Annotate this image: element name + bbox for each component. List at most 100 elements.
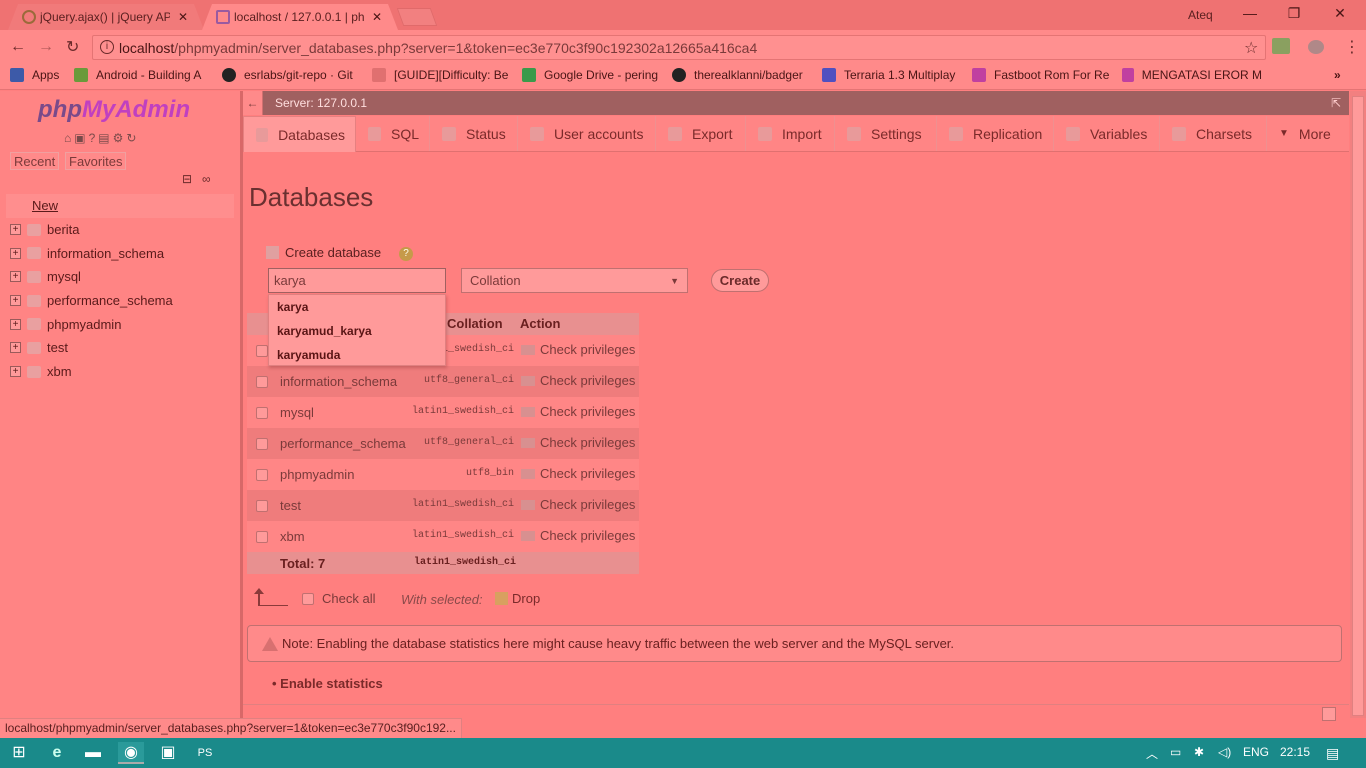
database-name-input[interactable] <box>268 268 446 293</box>
check-privileges-link[interactable]: Check privileges <box>521 497 635 512</box>
tree-item-db[interactable]: + xbm <box>6 360 234 384</box>
tree-item-db[interactable]: + phpmyadmin <box>6 312 234 336</box>
tab-more[interactable]: ▼ More <box>1267 116 1347 151</box>
panel-resize-handle[interactable] <box>240 91 243 718</box>
tree-item-new[interactable]: New <box>6 194 234 218</box>
tab-export[interactable]: Export <box>656 116 746 151</box>
collapse-nav-icon[interactable]: ← <box>243 91 263 115</box>
site-info-icon[interactable]: i <box>100 40 114 54</box>
menu-kebab-icon[interactable]: ⋮ <box>1344 37 1360 57</box>
expand-icon[interactable]: + <box>10 224 21 236</box>
check-all-checkbox[interactable] <box>302 592 314 605</box>
volume-icon[interactable]: ◁) <box>1218 745 1231 759</box>
database-name-link[interactable]: information_schema <box>280 374 397 389</box>
expand-icon[interactable]: + <box>10 366 21 378</box>
close-tab-icon[interactable]: ✕ <box>178 10 188 24</box>
column-collation[interactable]: Collation <box>447 316 503 331</box>
tab-charsets[interactable]: Charsets <box>1160 116 1267 151</box>
minimize-icon[interactable]: — <box>1238 5 1262 21</box>
drop-button[interactable]: Drop <box>495 591 540 606</box>
tab-user-accounts[interactable]: User accounts <box>518 116 656 151</box>
docs-icon[interactable]: ▤ <box>98 131 112 145</box>
row-checkbox[interactable] <box>256 531 268 543</box>
help-icon[interactable]: ? <box>89 131 99 145</box>
home-icon[interactable]: ⌂ <box>64 131 74 145</box>
bookmark-guide[interactable]: [GUIDE][Difficulty: Be <box>372 68 510 82</box>
collation-select[interactable]: Collation ▼ <box>461 268 688 293</box>
browser-tab-jquery[interactable]: jQuery.ajax() | jQuery API ✕ <box>8 4 204 30</box>
logout-icon[interactable]: ▣ <box>74 131 88 145</box>
database-name-link[interactable]: test <box>280 498 301 513</box>
console-toggle-icon[interactable] <box>1322 707 1336 721</box>
bookmark-google-drive[interactable]: Google Drive - pering <box>522 68 662 82</box>
expand-icon[interactable]: + <box>10 247 21 259</box>
tab-settings[interactable]: Settings <box>835 116 937 151</box>
phpmyadmin-logo[interactable]: phpMyAdmin <box>38 96 190 124</box>
tree-item-db[interactable]: + mysql <box>6 265 234 289</box>
close-tab-icon[interactable]: ✕ <box>372 10 382 24</box>
row-checkbox[interactable] <box>256 500 268 512</box>
autocomplete-option[interactable]: karyamud_karya <box>269 319 445 343</box>
create-button[interactable]: Create <box>711 269 769 292</box>
check-privileges-link[interactable]: Check privileges <box>521 435 635 450</box>
language-indicator[interactable]: ENG <box>1243 745 1269 759</box>
link-with-main-icon[interactable]: ∞ <box>202 172 211 186</box>
more-bookmarks-icon[interactable]: » <box>1334 68 1341 82</box>
battery-icon[interactable]: ▭ <box>1170 745 1181 759</box>
sidebar-tab-recent[interactable]: Recent <box>10 152 60 170</box>
address-bar[interactable]: localhost/phpmyadmin/server_databases.ph… <box>92 35 1266 60</box>
settings-gear-icon[interactable]: ⚙ <box>113 131 127 145</box>
back-arrow-icon[interactable]: ← <box>10 38 26 56</box>
forward-arrow-icon[interactable]: → <box>38 38 54 56</box>
browser-user[interactable]: Ateq <box>1188 8 1213 22</box>
file-explorer-icon[interactable]: ▬ <box>80 742 106 764</box>
help-icon[interactable]: ? <box>399 247 413 261</box>
collapse-header-icon[interactable]: ⇱ <box>1331 96 1341 110</box>
enable-statistics-link[interactable]: • Enable statistics <box>272 676 383 691</box>
tab-replication[interactable]: Replication <box>937 116 1054 151</box>
sidebar-tab-favorites[interactable]: Favorites <box>65 152 127 170</box>
row-checkbox[interactable] <box>256 438 268 450</box>
reload-icon[interactable]: ↻ <box>66 37 79 57</box>
bookmark-android[interactable]: Android - Building A <box>74 68 208 82</box>
database-name-link[interactable]: mysql <box>280 405 314 420</box>
check-privileges-link[interactable]: Check privileges <box>521 342 635 357</box>
expand-icon[interactable]: + <box>10 271 21 283</box>
server-link[interactable]: Server: 127.0.0.1 <box>275 96 367 110</box>
chrome-icon[interactable]: ◉ <box>118 742 144 764</box>
new-tab-button[interactable] <box>396 8 438 26</box>
collapse-all-icon[interactable]: ⊟ <box>182 172 192 186</box>
tree-item-db[interactable]: + test <box>6 336 234 360</box>
autocomplete-option[interactable]: karyamuda <box>269 343 445 367</box>
scrollbar-thumb[interactable] <box>1352 96 1364 716</box>
windows-start-icon[interactable]: ⊞ <box>6 742 32 764</box>
wifi-icon[interactable]: ✱ <box>1194 745 1204 759</box>
database-name-link[interactable]: xbm <box>280 529 305 544</box>
tab-status[interactable]: Status <box>430 116 518 151</box>
restore-icon[interactable]: ❐ <box>1282 5 1306 22</box>
row-checkbox[interactable] <box>256 469 268 481</box>
tab-variables[interactable]: Variables <box>1054 116 1160 151</box>
close-window-icon[interactable]: ✕ <box>1328 5 1352 22</box>
bookmark-terraria[interactable]: Terraria 1.3 Multiplay <box>822 68 960 82</box>
autocomplete-option[interactable]: karya <box>269 295 445 319</box>
bookmark-star-icon[interactable]: ☆ <box>1244 38 1258 58</box>
bookmark-apps[interactable]: Apps <box>10 68 59 82</box>
check-privileges-link[interactable]: Check privileges <box>521 404 635 419</box>
app-icon[interactable]: ▣ <box>155 742 181 764</box>
tree-item-db[interactable]: + berita <box>6 218 234 242</box>
check-all[interactable]: Check all <box>302 591 375 606</box>
extension-icon[interactable] <box>1272 38 1290 54</box>
bookmark-esrlabs[interactable]: esrlabs/git-repo · Git <box>222 68 358 82</box>
database-name-link[interactable]: performance_schema <box>280 436 406 451</box>
tray-chevron-icon[interactable]: ︿ <box>1146 745 1158 762</box>
bookmark-badger[interactable]: therealklanni/badger <box>672 68 808 82</box>
check-privileges-link[interactable]: Check privileges <box>521 528 635 543</box>
expand-icon[interactable]: + <box>10 295 21 307</box>
tab-import[interactable]: Import <box>746 116 835 151</box>
phpstorm-icon[interactable]: PS <box>192 742 218 764</box>
row-checkbox[interactable] <box>256 376 268 388</box>
tab-databases[interactable]: Databases <box>243 116 356 152</box>
reload-nav-icon[interactable]: ↻ <box>126 131 139 145</box>
clock[interactable]: 22:15 <box>1280 745 1310 759</box>
